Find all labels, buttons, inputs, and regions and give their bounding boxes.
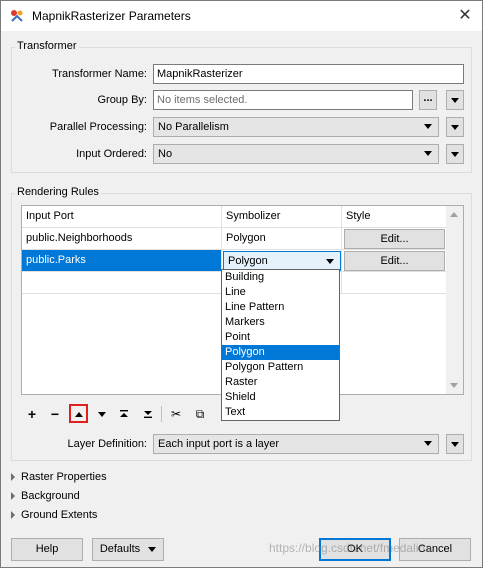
move-to-top-icon: [120, 410, 128, 417]
chevron-right-icon: [11, 473, 15, 482]
input-ordered-value: No: [158, 148, 173, 160]
scroll-down-icon[interactable]: [450, 383, 458, 388]
input-port-cell[interactable]: public.Parks: [22, 250, 222, 272]
column-header-symbolizer[interactable]: Symbolizer: [222, 206, 342, 228]
chevron-right-icon: [11, 511, 15, 520]
defaults-button[interactable]: Defaults: [92, 538, 164, 561]
layer-definition-select[interactable]: Each input port is a layer: [153, 434, 439, 454]
layer-definition-value: Each input port is a layer: [158, 438, 280, 450]
cut-button[interactable]: ✂: [167, 405, 185, 423]
move-down-button[interactable]: [93, 405, 111, 423]
chevron-down-icon: [424, 124, 432, 129]
title-bar: MapnikRasterizer Parameters ✕: [1, 1, 482, 31]
parallel-processing-select[interactable]: No Parallelism: [153, 117, 439, 137]
group-by-browse-button[interactable]: ...: [419, 90, 437, 110]
chevron-down-icon: [326, 259, 334, 264]
move-up-button[interactable]: [69, 404, 88, 423]
dropdown-option[interactable]: Raster: [222, 375, 339, 390]
dropdown-option[interactable]: Shield: [222, 390, 339, 405]
transformer-name-field[interactable]: MapnikRasterizer: [153, 64, 464, 84]
input-port-cell[interactable]: public.Neighborhoods: [22, 228, 222, 250]
group-by-menu-button[interactable]: [446, 90, 464, 110]
edit-style-button[interactable]: Edit...: [344, 229, 445, 249]
group-by-field[interactable]: No items selected.: [153, 90, 413, 110]
background-label: Background: [21, 490, 80, 502]
transformer-group-label: Transformer: [15, 40, 79, 52]
table-scrollbar[interactable]: [446, 206, 463, 394]
parallel-processing-label: Parallel Processing:: [49, 121, 147, 133]
dropdown-option[interactable]: Building: [222, 270, 339, 285]
background-section[interactable]: Background: [11, 490, 80, 502]
chevron-down-icon: [451, 125, 459, 130]
column-header-input-port[interactable]: Input Port: [22, 206, 222, 228]
input-ordered-label: Input Ordered:: [76, 148, 147, 160]
empty-cell: [342, 272, 447, 294]
parallel-processing-value: No Parallelism: [158, 121, 229, 133]
remove-row-button[interactable]: −: [46, 405, 64, 423]
move-bottom-button[interactable]: [139, 405, 157, 423]
chevron-down-icon: [451, 98, 459, 103]
dropdown-option[interactable]: Polygon Pattern: [222, 360, 339, 375]
window-title: MapnikRasterizer Parameters: [32, 9, 191, 23]
ground-extents-label: Ground Extents: [21, 509, 98, 521]
symbolizer-dropdown-list[interactable]: Building Line Line Pattern Markers Point…: [221, 269, 340, 421]
raster-properties-section[interactable]: Raster Properties: [11, 471, 107, 483]
symbolizer-cell[interactable]: Polygon: [222, 228, 342, 250]
layer-definition-label: Layer Definition:: [67, 438, 148, 450]
dropdown-option[interactable]: Markers: [222, 315, 339, 330]
chevron-down-icon: [451, 152, 459, 157]
input-ordered-select[interactable]: No: [153, 144, 439, 164]
dropdown-option[interactable]: Text: [222, 405, 339, 420]
raster-properties-label: Raster Properties: [21, 471, 107, 483]
dropdown-option[interactable]: Line Pattern: [222, 300, 339, 315]
chevron-down-icon: [148, 546, 157, 552]
move-to-bottom-icon: [144, 411, 152, 418]
parallel-processing-menu-button[interactable]: [446, 117, 464, 137]
chevron-down-icon: [424, 441, 432, 446]
move-up-icon: [74, 412, 83, 417]
move-down-icon: [98, 412, 106, 417]
close-icon[interactable]: ✕: [448, 1, 482, 31]
input-ordered-menu-button[interactable]: [446, 144, 464, 164]
chevron-down-icon: [424, 151, 432, 156]
transformer-name-label: Transformer Name:: [52, 68, 147, 80]
chevron-down-icon: [451, 442, 459, 447]
fme-transformer-icon: [11, 10, 23, 22]
scroll-up-icon[interactable]: [450, 212, 458, 217]
empty-cell: [22, 272, 222, 294]
copy-button[interactable]: ⧉: [191, 405, 209, 423]
add-row-button[interactable]: +: [23, 405, 41, 423]
chevron-right-icon: [11, 492, 15, 501]
dropdown-option-selected[interactable]: Polygon: [222, 345, 339, 360]
group-by-label: Group By:: [97, 94, 147, 106]
ground-extents-section[interactable]: Ground Extents: [11, 509, 97, 521]
defaults-label: Defaults: [99, 543, 141, 555]
edit-style-button[interactable]: Edit...: [344, 251, 445, 271]
watermark-text: https://blog.csdn.net/fmedalina: [269, 541, 432, 555]
symbolizer-value: Polygon: [228, 255, 268, 267]
toolbar-separator: [161, 406, 162, 422]
layer-definition-menu-button[interactable]: [446, 434, 464, 454]
move-top-button[interactable]: [115, 405, 133, 423]
symbolizer-select[interactable]: Polygon: [223, 251, 341, 271]
column-header-style[interactable]: Style: [342, 206, 447, 228]
dropdown-option[interactable]: Line: [222, 285, 339, 300]
dialog-window: MapnikRasterizer Parameters ✕ Transforme…: [0, 0, 483, 568]
dropdown-option[interactable]: Point: [222, 330, 339, 345]
help-button[interactable]: Help: [11, 538, 83, 561]
rendering-rules-group-label: Rendering Rules: [15, 186, 101, 198]
